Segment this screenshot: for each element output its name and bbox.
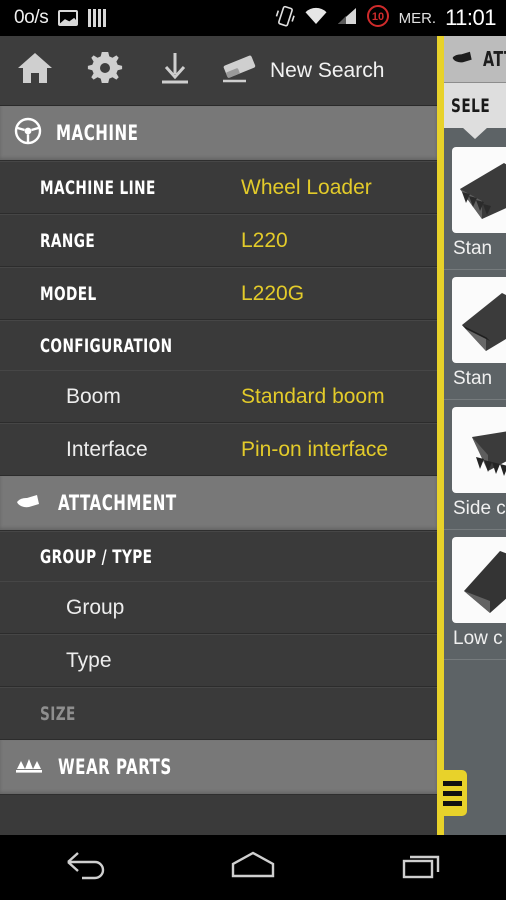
subheader-group-type: GROUP / TYPE — [0, 531, 437, 581]
size-label: SIZE — [40, 702, 76, 725]
section-title-wear-parts: WEAR PARTS — [58, 755, 172, 779]
drawer-handle[interactable] — [437, 770, 467, 816]
side-cutter-spade-thumb — [452, 407, 506, 493]
home-button[interactable] — [0, 36, 70, 106]
signal-icon — [337, 7, 357, 30]
download-button[interactable] — [140, 36, 210, 106]
vibrate-icon — [275, 5, 295, 32]
row-value: Wheel Loader — [241, 175, 372, 199]
drawer-handle-icon — [442, 780, 462, 786]
new-search-button[interactable]: New Search — [210, 51, 384, 90]
nav-back-button[interactable] — [0, 848, 169, 887]
row-label: Interface — [66, 437, 148, 461]
row-type[interactable]: Type — [0, 634, 437, 687]
status-bar-left: 0o/s — [14, 7, 107, 29]
attachment-drawer: ATT SELE — [437, 36, 506, 835]
barcode-icon — [88, 9, 107, 27]
status-clock: 11:01 — [445, 5, 496, 30]
row-label: Group — [66, 595, 125, 619]
row-size[interactable]: SIZE — [0, 687, 437, 740]
back-icon — [58, 848, 110, 887]
home-icon — [225, 848, 281, 887]
list-item[interactable]: Stan — [444, 270, 506, 400]
drawer-accent-edge — [437, 36, 444, 835]
svg-text:10: 10 — [371, 11, 383, 23]
nav-recents-button[interactable] — [337, 848, 506, 887]
row-value: L220G — [241, 281, 305, 305]
gear-icon — [86, 49, 124, 92]
wifi-icon — [304, 7, 328, 30]
selection-list-panel: MACHINE MACHINE LINE Wheel Loader RANGE … — [0, 106, 437, 835]
row-label: MODEL — [40, 282, 97, 305]
recents-icon — [396, 848, 448, 887]
section-header-wear-parts[interactable]: WEAR PARTS — [0, 740, 437, 795]
row-label: Boom — [66, 384, 121, 408]
row-boom[interactable]: Boom Standard boom — [0, 370, 437, 423]
bucket-icon — [14, 490, 44, 517]
photo-icon — [58, 10, 79, 26]
row-group[interactable]: Group — [0, 581, 437, 634]
drawer-handle-icon — [442, 790, 462, 796]
home-icon — [16, 50, 54, 91]
list-item[interactable]: Side c spade — [444, 400, 506, 530]
row-value: Standard boom — [241, 384, 385, 408]
drawer-tab-selection[interactable]: SELE — [444, 83, 506, 139]
download-icon — [158, 50, 192, 91]
bucket-icon — [450, 47, 476, 72]
row-machine-line[interactable]: MACHINE LINE Wheel Loader — [0, 161, 437, 214]
section-title-attachment: ATTACHMENT — [58, 491, 177, 515]
app-screen: 0o/s 10 MER. 11:01 New Search MACHINE MA… — [0, 0, 506, 900]
list-item-caption: Low c — [453, 628, 503, 649]
eraser-icon — [220, 51, 260, 90]
row-interface[interactable]: Interface Pin-on interface — [0, 423, 437, 476]
section-header-machine[interactable]: MACHINE — [0, 106, 437, 161]
list-item[interactable]: Low c — [444, 530, 506, 660]
list-item-caption: Stan — [453, 238, 493, 259]
bucket-with-teeth-thumb — [452, 147, 506, 233]
low-profile-bucket-thumb — [452, 537, 506, 623]
data-rate-text: 0o/s — [14, 7, 49, 28]
list-item[interactable]: Stan — [444, 140, 506, 270]
settings-button[interactable] — [70, 36, 140, 106]
attachment-thumbnail-list: Stan Stan Side c Low c — [444, 128, 506, 660]
standard-bucket-thumb — [452, 277, 506, 363]
row-label: MACHINE LINE — [40, 176, 156, 199]
subheader-configuration: CONFIGURATION — [0, 320, 437, 370]
section-header-attachment[interactable]: ATTACHMENT — [0, 476, 437, 531]
status-day-text: MER. — [398, 9, 437, 27]
system-nav-bar — [0, 835, 506, 900]
list-item-caption: Stan — [453, 368, 493, 389]
drawer-tab-label: SELE — [450, 94, 490, 117]
drawer-header: ATT — [444, 36, 506, 83]
drawer-content: ATT SELE — [444, 36, 506, 835]
section-title-machine: MACHINE — [56, 121, 139, 145]
steering-wheel-icon — [14, 117, 42, 150]
teeth-icon — [14, 754, 44, 781]
new-search-label: New Search — [270, 58, 385, 82]
nav-home-button[interactable] — [169, 848, 338, 887]
row-model[interactable]: MODEL L220G — [0, 267, 437, 320]
configuration-label: CONFIGURATION — [40, 334, 173, 357]
row-range[interactable]: RANGE L220 — [0, 214, 437, 267]
drawer-handle-icon — [442, 800, 462, 806]
status-bar: 0o/s 10 MER. 11:01 — [0, 0, 506, 36]
battery-status-icon: 10 — [366, 4, 390, 33]
list-item-caption: Side c spade — [453, 498, 506, 519]
group-type-label: GROUP / TYPE — [40, 545, 153, 568]
row-label: RANGE — [40, 229, 96, 252]
app-toolbar: New Search — [0, 36, 437, 106]
drawer-title: ATT — [483, 47, 506, 71]
row-value: L220 — [241, 228, 288, 252]
row-label: Type — [66, 648, 112, 672]
status-bar-right: 10 MER. 11:01 — [275, 4, 496, 33]
row-value: Pin-on interface — [241, 437, 389, 461]
